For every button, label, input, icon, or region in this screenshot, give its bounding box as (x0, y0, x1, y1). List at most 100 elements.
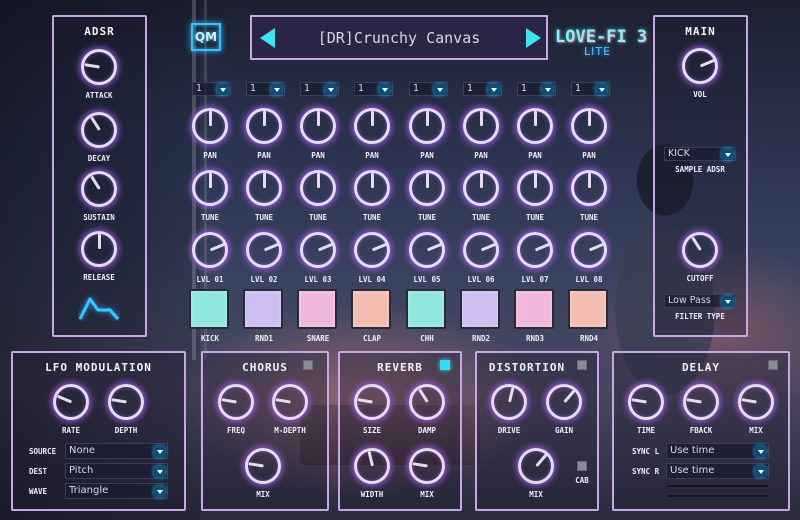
level-knob-8[interactable] (571, 232, 607, 268)
level-knob-3[interactable] (300, 232, 336, 268)
tune-knob-4[interactable] (354, 170, 390, 206)
adsr-decay-knob[interactable] (81, 112, 117, 148)
chorus-enable-toggle[interactable] (303, 360, 313, 370)
drum-pad-rnd2[interactable] (460, 289, 500, 329)
pan-knob-6[interactable] (463, 108, 499, 144)
tune-knob-4-label: TUNE (362, 213, 382, 222)
chorus-freq-knob[interactable] (218, 384, 254, 420)
knob-indicator (370, 173, 374, 188)
level-knob-6[interactable] (463, 232, 499, 268)
knob-indicator (274, 398, 291, 404)
brand-badge[interactable]: QM (191, 23, 221, 51)
lfo-depth-knob[interactable] (108, 384, 144, 420)
preset-next-icon[interactable] (526, 28, 541, 48)
lfo-rate-knob[interactable] (53, 384, 89, 420)
vol-knob[interactable] (682, 48, 718, 84)
drum-pad-rnd1[interactable] (243, 289, 283, 329)
sample-adsr-label: SAMPLE ADSR (675, 165, 725, 174)
adsr-envelope-icon[interactable] (78, 293, 120, 321)
delay-enable-toggle[interactable] (768, 360, 778, 370)
drum-pad-kick[interactable] (189, 289, 229, 329)
knob-indicator (220, 398, 237, 404)
output-select-7[interactable]: 1 (517, 82, 556, 96)
distortion-mix-knob[interactable] (518, 448, 554, 484)
reverb-width-knob[interactable] (354, 448, 390, 484)
delay-time-knob[interactable] (628, 384, 664, 420)
delay-meter-right (666, 494, 769, 498)
level-knob-2[interactable] (246, 232, 282, 268)
drum-pad-label: RND4 (579, 334, 599, 343)
tune-knob-2[interactable] (246, 170, 282, 206)
lfo-dest-dropdown[interactable]: Pitch (65, 463, 168, 479)
cutoff-knob[interactable] (682, 232, 718, 268)
distortion-drive-knob[interactable] (491, 384, 527, 420)
reverb-damp-knob-label: DAMP (417, 426, 437, 435)
output-select-1[interactable]: 1 (192, 82, 231, 96)
distortion-gain-knob[interactable] (546, 384, 582, 420)
reverb-mix-knob[interactable] (409, 448, 445, 484)
cab-toggle[interactable] (577, 461, 587, 471)
output-select-8[interactable]: 1 (571, 82, 610, 96)
adsr-attack-knob[interactable] (81, 49, 117, 85)
delay-fback-knob[interactable] (683, 384, 719, 420)
distortion-panel: DISTORTION (475, 351, 599, 511)
delay-meter-left (666, 484, 769, 488)
drum-pad-rnd4[interactable] (568, 289, 608, 329)
chevron-down-icon (755, 446, 766, 457)
pan-knob-4[interactable] (354, 108, 390, 144)
drum-pad-rnd3[interactable] (514, 289, 554, 329)
reverb-enable-toggle[interactable] (440, 360, 450, 370)
knob-indicator (262, 173, 266, 188)
pan-knob-3[interactable] (300, 108, 336, 144)
tune-knob-6[interactable] (463, 170, 499, 206)
tune-knob-1[interactable] (192, 170, 228, 206)
pan-knob-5[interactable] (409, 108, 445, 144)
tune-knob-7[interactable] (517, 170, 553, 206)
chevron-down-icon (488, 84, 499, 95)
drum-pad-clap[interactable] (351, 289, 391, 329)
distortion-enable-toggle[interactable] (577, 360, 587, 370)
chorus-mix-knob[interactable] (245, 448, 281, 484)
output-select-2[interactable]: 1 (246, 82, 285, 96)
sync-l-dropdown[interactable]: Use time (666, 443, 769, 459)
knob-indicator (56, 394, 72, 404)
output-value: 1 (358, 83, 365, 94)
preset-name[interactable]: [DR]Crunchy Canvas (252, 29, 546, 47)
reverb-size-knob[interactable] (354, 384, 390, 420)
chorus-panel: CHORUS (201, 351, 329, 511)
lfo-source-dropdown[interactable]: None (65, 443, 168, 459)
tune-knob-8[interactable] (571, 170, 607, 206)
pan-knob-2[interactable] (246, 108, 282, 144)
pan-knob-8[interactable] (571, 108, 607, 144)
pan-knob-7[interactable] (517, 108, 553, 144)
lfo-wave-dropdown[interactable]: Triangle (65, 483, 168, 499)
level-knob-4[interactable] (354, 232, 390, 268)
tune-knob-5[interactable] (409, 170, 445, 206)
adsr-sustain-knob[interactable] (81, 171, 117, 207)
output-select-3[interactable]: 1 (300, 82, 339, 96)
pan-knob-1[interactable] (192, 108, 228, 144)
reverb-damp-knob[interactable] (409, 384, 445, 420)
output-select-4[interactable]: 1 (354, 82, 393, 96)
lfo-source-value: None (69, 445, 96, 456)
knob-indicator (317, 242, 333, 252)
delay-mix-knob[interactable] (738, 384, 774, 420)
level-knob-5[interactable] (409, 232, 445, 268)
sync-r-dropdown[interactable]: Use time (666, 463, 769, 479)
logo-subtitle: LITE (584, 45, 612, 58)
drum-pad-snare[interactable] (297, 289, 337, 329)
output-select-5[interactable]: 1 (409, 82, 448, 96)
sample-adsr-dropdown[interactable]: KICK (664, 147, 736, 161)
tune-knob-2-label: TUNE (254, 213, 274, 222)
tune-knob-3[interactable] (300, 170, 336, 206)
chorus-mdepth-knob[interactable] (272, 384, 308, 420)
drum-pad-chh[interactable] (406, 289, 446, 329)
output-select-6[interactable]: 1 (463, 82, 502, 96)
level-knob-7[interactable] (517, 232, 553, 268)
adsr-release-knob[interactable] (81, 231, 117, 267)
knob-indicator (534, 453, 547, 467)
filter-type-dropdown[interactable]: Low Pass (664, 294, 736, 308)
level-knob-1[interactable] (192, 232, 228, 268)
distortion-drive-knob-label: DRIVE (497, 426, 521, 435)
chevron-down-icon (542, 84, 553, 95)
